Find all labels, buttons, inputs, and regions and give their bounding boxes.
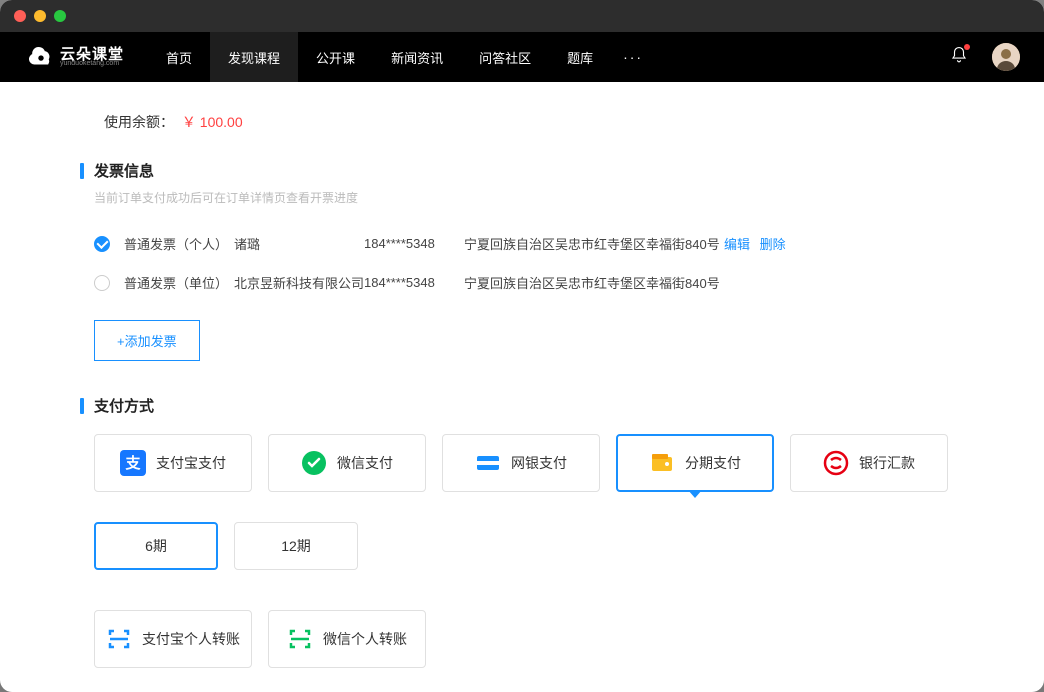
nav-question-bank[interactable]: 题库 [549,32,611,82]
transfer-alipay-personal[interactable]: 支付宝个人转账 [94,610,252,668]
invoice-section-title: 发票信息 [80,160,964,181]
invoice-title-text: 发票信息 [94,160,154,181]
nav-more-icon[interactable]: ··· [611,49,655,65]
cloud-logo-icon [28,44,54,70]
invoice-type: 普通发票（个人） [124,234,234,253]
brand-logo[interactable]: 云朵课堂 yunduoketang.com [28,44,124,70]
scan-blue-icon [106,626,132,652]
delete-link[interactable]: 删除 [760,237,786,252]
invoice-type: 普通发票（单位） [124,273,234,292]
invoice-phone: 184****5348 [364,275,464,290]
installment-12[interactable]: 12期 [234,522,358,570]
payment-label: 支付宝支付 [156,453,226,473]
payment-installment[interactable]: 分期支付 [616,434,774,492]
notifications-bell[interactable] [950,46,968,69]
nav-discover-courses[interactable]: 发现课程 [210,32,298,82]
invoice-phone: 184****5348 [364,236,464,251]
bank-card-icon [475,450,501,476]
balance-label: 使用余额： [104,114,174,130]
invoice-row-personal[interactable]: 普通发票（个人） 诸璐 184****5348 宁夏回族自治区吴忠市红寺堡区幸福… [80,224,964,263]
nav-news[interactable]: 新闻资讯 [373,32,461,82]
app-window: 云朵课堂 yunduoketang.com 首页 发现课程 公开课 新闻资讯 问… [0,0,1044,692]
payment-netbank[interactable]: 网银支付 [442,434,600,492]
user-avatar[interactable] [992,43,1020,71]
payment-label: 分期支付 [685,453,741,473]
invoice-radio-company[interactable] [94,275,110,291]
payment-alipay[interactable]: 支 支付宝支付 [94,434,252,492]
balance-row: 使用余额： ￥ 100.00 [104,112,964,132]
payment-wechat[interactable]: 微信支付 [268,434,426,492]
invoice-name: 诸璐 [234,234,364,253]
scan-green-icon [287,626,313,652]
notification-dot-icon [964,44,970,50]
nav-items: 首页 发现课程 公开课 新闻资讯 问答社区 题库 ··· [148,32,655,82]
wallet-icon [649,450,675,476]
invoice-address: 宁夏回族自治区吴忠市红寺堡区幸福街840号 [464,273,724,292]
nav-qa-community[interactable]: 问答社区 [461,32,549,82]
invoice-name: 北京昱新科技有限公司 [234,273,364,292]
bank-wire-icon [823,450,849,476]
invoice-actions: 编辑 删除 [724,234,792,253]
payment-title-text: 支付方式 [94,395,154,416]
invoice-row-company[interactable]: 普通发票（单位） 北京昱新科技有限公司 184****5348 宁夏回族自治区吴… [80,263,964,302]
installment-6[interactable]: 6期 [94,522,218,570]
transfer-label: 支付宝个人转账 [142,629,240,649]
window-titlebar [0,0,1044,32]
nav-open-courses[interactable]: 公开课 [298,32,373,82]
payment-label: 银行汇款 [859,453,915,473]
section-bar-icon [80,163,84,179]
section-bar-icon [80,398,84,414]
wechat-icon [301,450,327,476]
transfer-label: 微信个人转账 [323,629,407,649]
window-minimize-button[interactable] [34,10,46,22]
installment-options: 6期 12期 [94,522,964,570]
add-invoice-button[interactable]: +添加发票 [94,320,200,361]
invoice-hint: 当前订单支付成功后可在订单详情页查看开票进度 [94,189,964,206]
edit-link[interactable]: 编辑 [724,237,750,252]
main-content: 使用余额： ￥ 100.00 发票信息 当前订单支付成功后可在订单详情页查看开票… [0,82,1044,692]
transfer-wechat-personal[interactable]: 微信个人转账 [268,610,426,668]
balance-amount: ￥ 100.00 [182,114,243,130]
window-close-button[interactable] [14,10,26,22]
invoice-radio-personal[interactable] [94,236,110,252]
payment-bank-wire[interactable]: 银行汇款 [790,434,948,492]
brand-sub: yunduoketang.com [60,60,124,67]
nav-home[interactable]: 首页 [148,32,210,82]
payment-label: 网银支付 [511,453,567,473]
payment-section-title: 支付方式 [80,395,964,416]
top-nav: 云朵课堂 yunduoketang.com 首页 发现课程 公开课 新闻资讯 问… [0,32,1044,82]
payment-methods: 支 支付宝支付 微信支付 网银支付 [94,434,964,492]
payment-label: 微信支付 [337,453,393,473]
window-maximize-button[interactable] [54,10,66,22]
alipay-icon: 支 [120,450,146,476]
transfer-options: 支付宝个人转账 微信个人转账 [94,610,964,668]
invoice-address: 宁夏回族自治区吴忠市红寺堡区幸福街840号 [464,234,724,253]
svg-text:支: 支 [124,454,141,472]
